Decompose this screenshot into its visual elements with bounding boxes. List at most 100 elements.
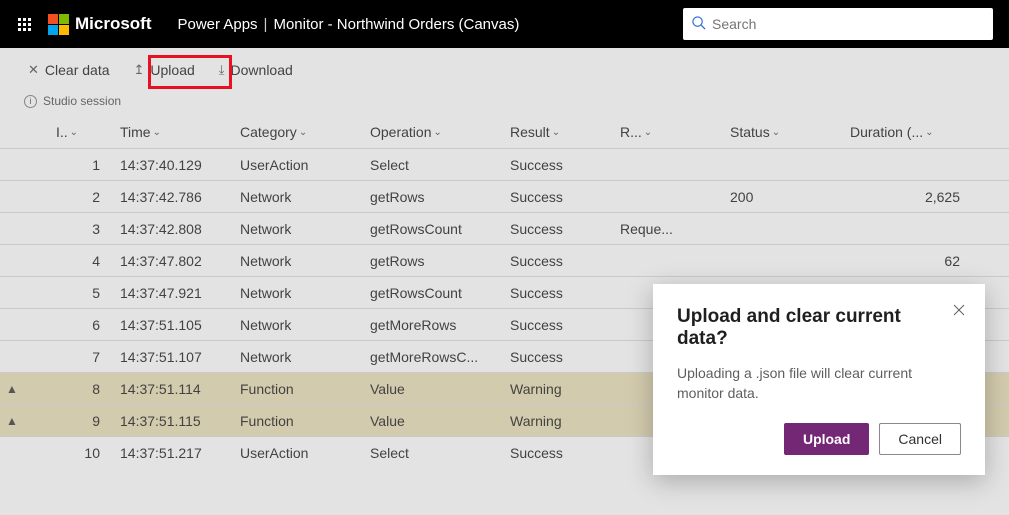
app-header: Microsoft Power Apps | Monitor - Northwi… (0, 0, 1009, 48)
col-status[interactable]: Status⌄ (724, 124, 844, 140)
cell-operation: getMoreRowsC... (364, 349, 504, 365)
col-result[interactable]: Result⌄ (504, 124, 614, 140)
cell-time: 14:37:51.115 (114, 413, 234, 429)
command-bar: ✕ Clear data ↥ Upload ⤓ Download (0, 48, 1009, 92)
chevron-down-icon: ⌄ (644, 127, 652, 138)
download-icon: ⤓ (219, 62, 225, 78)
session-bar: i Studio session (0, 92, 1009, 116)
info-icon: i (24, 95, 37, 108)
cell-status: 200 (724, 189, 844, 205)
download-label: Download (231, 62, 293, 78)
cell-r: Reque... (614, 221, 724, 237)
cell-operation: getRows (364, 189, 504, 205)
cell-category: UserAction (234, 157, 364, 173)
session-label: Studio session (43, 94, 121, 108)
cell-result: Warning (504, 413, 614, 429)
breadcrumb-separator: | (264, 16, 268, 33)
cell-id: 6 (50, 317, 114, 333)
cell-id: 5 (50, 285, 114, 301)
cell-result: Success (504, 317, 614, 333)
dialog-upload-button[interactable]: Upload (784, 423, 869, 455)
col-duration[interactable]: Duration (...⌄ (844, 124, 974, 140)
breadcrumb-current: Monitor - Northwind Orders (Canvas) (273, 16, 519, 33)
col-r[interactable]: R...⌄ (614, 124, 724, 140)
table-row[interactable]: 314:37:42.808NetworkgetRowsCountSuccessR… (0, 212, 1009, 244)
cell-result: Success (504, 157, 614, 173)
cell-operation: Value (364, 381, 504, 397)
col-category[interactable]: Category⌄ (234, 124, 364, 140)
cell-operation: Select (364, 157, 504, 173)
cell-id: 3 (50, 221, 114, 237)
cell-id: 10 (50, 445, 114, 461)
col-id[interactable]: I..⌄ (50, 124, 114, 140)
dialog-body: Uploading a .json file will clear curren… (677, 364, 961, 403)
cell-time: 14:37:40.129 (114, 157, 234, 173)
search-input[interactable] (706, 16, 985, 32)
cell-category: Network (234, 285, 364, 301)
table-row[interactable]: 414:37:47.802NetworkgetRowsSuccess62 (0, 244, 1009, 276)
close-icon: ✕ (28, 62, 39, 78)
dialog-close-button[interactable] (947, 298, 971, 322)
warning-icon: ▲ (0, 414, 50, 428)
col-operation[interactable]: Operation⌄ (364, 124, 504, 140)
dialog-title: Upload and clear current data? (677, 306, 961, 350)
cell-time: 14:37:42.808 (114, 221, 234, 237)
download-button[interactable]: ⤓ Download (209, 58, 303, 82)
chevron-down-icon: ⌄ (552, 127, 560, 138)
col-time[interactable]: Time⌄ (114, 124, 234, 140)
app-launcher-icon[interactable] (8, 0, 40, 48)
cell-category: Network (234, 253, 364, 269)
breadcrumb: Power Apps | Monitor - Northwind Orders … (178, 16, 520, 33)
cell-operation: getMoreRows (364, 317, 504, 333)
cell-result: Warning (504, 381, 614, 397)
cell-result: Success (504, 189, 614, 205)
clear-data-button[interactable]: ✕ Clear data (18, 58, 120, 82)
cell-result: Success (504, 445, 614, 461)
cell-id: 7 (50, 349, 114, 365)
brand-text: Microsoft (75, 14, 152, 34)
microsoft-logo: Microsoft (48, 14, 152, 35)
cell-category: Network (234, 189, 364, 205)
cell-time: 14:37:51.105 (114, 317, 234, 333)
cell-time: 14:37:51.107 (114, 349, 234, 365)
breadcrumb-root[interactable]: Power Apps (178, 16, 258, 33)
chevron-down-icon: ⌄ (772, 127, 780, 138)
cell-duration: 2,625 (844, 189, 974, 205)
cell-time: 14:37:47.802 (114, 253, 234, 269)
chevron-down-icon: ⌄ (299, 127, 307, 138)
grid-header-row: I..⌄ Time⌄ Category⌄ Operation⌄ Result⌄ … (0, 116, 1009, 148)
cell-operation: Value (364, 413, 504, 429)
cell-id: 9 (50, 413, 114, 429)
upload-confirm-dialog: Upload and clear current data? Uploading… (653, 284, 985, 475)
cell-category: Network (234, 349, 364, 365)
chevron-down-icon: ⌄ (925, 127, 933, 138)
cell-category: Network (234, 317, 364, 333)
cell-category: Function (234, 413, 364, 429)
cell-id: 4 (50, 253, 114, 269)
upload-icon: ↥ (134, 62, 145, 78)
cell-time: 14:37:51.114 (114, 381, 234, 397)
cell-time: 14:37:51.217 (114, 445, 234, 461)
cell-result: Success (504, 285, 614, 301)
warning-icon: ▲ (0, 382, 50, 396)
search-icon (691, 15, 706, 33)
table-row[interactable]: 114:37:40.129UserActionSelectSuccess (0, 148, 1009, 180)
clear-data-label: Clear data (45, 62, 110, 78)
cell-id: 8 (50, 381, 114, 397)
cell-id: 1 (50, 157, 114, 173)
cell-duration: 62 (844, 253, 974, 269)
table-row[interactable]: 214:37:42.786NetworkgetRowsSuccess2002,6… (0, 180, 1009, 212)
cell-result: Success (504, 221, 614, 237)
upload-label: Upload (150, 62, 194, 78)
cell-operation: getRows (364, 253, 504, 269)
chevron-down-icon: ⌄ (433, 127, 441, 138)
chevron-down-icon: ⌄ (70, 127, 78, 138)
cell-category: UserAction (234, 445, 364, 461)
cell-operation: Select (364, 445, 504, 461)
cell-category: Function (234, 381, 364, 397)
dialog-cancel-button[interactable]: Cancel (879, 423, 961, 455)
cell-id: 2 (50, 189, 114, 205)
cell-category: Network (234, 221, 364, 237)
upload-button[interactable]: ↥ Upload (124, 58, 205, 82)
search-box[interactable] (683, 8, 993, 40)
